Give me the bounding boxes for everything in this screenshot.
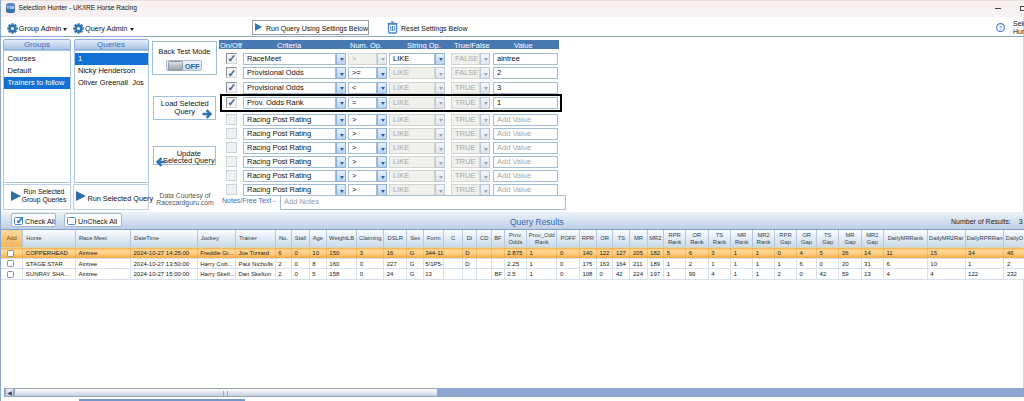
svg-text:?: ? (999, 25, 1003, 31)
